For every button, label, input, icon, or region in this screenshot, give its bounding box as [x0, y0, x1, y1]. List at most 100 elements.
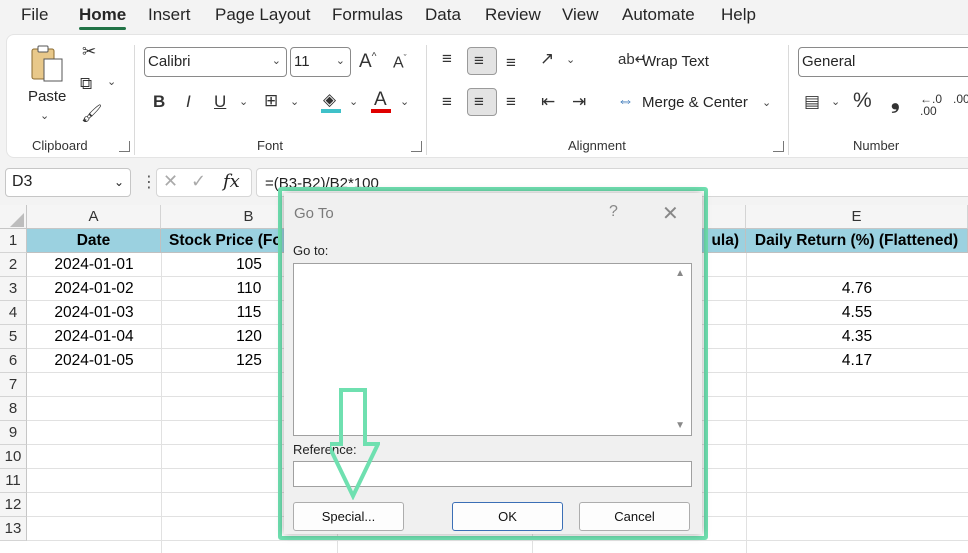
cell-return[interactable]: 4.35	[746, 325, 968, 349]
chevron-down-icon[interactable]: ⌄	[566, 53, 575, 66]
number-format-select[interactable]: General	[798, 47, 968, 77]
chevron-down-icon[interactable]: ⌄	[239, 95, 248, 108]
menu-file[interactable]: File	[21, 5, 48, 25]
format-painter-icon[interactable]: 🖌	[81, 105, 103, 122]
row-header[interactable]: 4	[0, 301, 27, 325]
row-header[interactable]: 8	[0, 397, 27, 421]
close-icon[interactable]: ✕	[662, 201, 679, 226]
row-header[interactable]: 6	[0, 349, 27, 373]
underline-button[interactable]: U	[214, 93, 226, 110]
row-header[interactable]: 9	[0, 421, 27, 445]
menu-home[interactable]: Home	[79, 5, 126, 25]
header-cell-daily-return[interactable]: Daily Return (%) (Flattened)	[746, 229, 968, 253]
special-button[interactable]: Special...	[293, 502, 404, 531]
help-icon[interactable]: ?	[609, 203, 618, 221]
decrease-font-icon[interactable]: Aˇ	[393, 54, 407, 71]
cancel-button[interactable]: Cancel	[579, 502, 690, 531]
row-header[interactable]: 13	[0, 517, 27, 541]
goto-label: Go to:	[293, 243, 329, 258]
cell-date[interactable]: 2024-01-02	[27, 277, 161, 301]
merge-center-button[interactable]: Merge & Center	[642, 94, 748, 111]
menu-data[interactable]: Data	[425, 5, 461, 25]
number-group-label: Number	[853, 138, 900, 153]
cell-return[interactable]: 4.17	[746, 349, 968, 373]
align-bottom-icon[interactable]: ≡	[506, 54, 516, 71]
scroll-up-icon[interactable]: ▲	[675, 268, 685, 279]
font-color-swatch	[371, 109, 391, 113]
align-right-icon[interactable]: ≡	[506, 93, 516, 110]
row-header[interactable]: 10	[0, 445, 27, 469]
align-center-button[interactable]: ≡	[467, 88, 497, 116]
column-header-e[interactable]: E	[746, 205, 968, 229]
insert-function-icon[interactable]: fx	[223, 171, 240, 192]
menu-automate[interactable]: Automate	[622, 5, 695, 25]
menu-view[interactable]: View	[562, 5, 599, 25]
italic-button[interactable]: I	[186, 93, 191, 110]
select-all-corner[interactable]	[0, 205, 27, 229]
row-header[interactable]: 5	[0, 325, 27, 349]
wrap-text-button[interactable]: Wrap Text	[642, 53, 709, 70]
decrease-decimal-icon[interactable]: .00	[953, 93, 968, 105]
row-header[interactable]: 11	[0, 469, 27, 493]
align-left-icon[interactable]: ≡	[442, 93, 452, 110]
font-color-button[interactable]: A	[371, 90, 393, 114]
name-box[interactable]: D3 ⌄	[5, 168, 131, 197]
comma-style-icon[interactable]: ❟	[891, 90, 900, 112]
font-size-select[interactable]: 11 ⌄	[290, 47, 351, 77]
font-name-select[interactable]: Calibri ⌄	[144, 47, 287, 77]
orientation-icon[interactable]: ↗	[540, 50, 554, 67]
cell-date[interactable]: 2024-01-05	[27, 349, 161, 373]
ok-button[interactable]: OK	[452, 502, 563, 531]
row-header[interactable]: 7	[0, 373, 27, 397]
ribbon: Paste ⌄ ✂ ⧉ ⌄ 🖌 Clipboard Calibri ⌄ 11 ⌄…	[6, 34, 968, 158]
cell-return[interactable]	[746, 253, 968, 277]
menu-help[interactable]: Help	[721, 5, 756, 25]
row-header[interactable]: 12	[0, 493, 27, 517]
column-header-a[interactable]: A	[27, 205, 161, 229]
chevron-down-icon[interactable]: ⌄	[400, 95, 409, 108]
increase-font-icon[interactable]: A^	[359, 52, 376, 71]
menu-formulas[interactable]: Formulas	[332, 5, 403, 25]
scroll-down-icon[interactable]: ▼	[675, 420, 685, 431]
menu-insert[interactable]: Insert	[148, 5, 191, 25]
chevron-down-icon[interactable]: ⌄	[762, 96, 771, 109]
increase-decimal-icon[interactable]: ←.0.00	[920, 93, 942, 117]
percent-icon[interactable]: %	[853, 90, 872, 111]
increase-indent-icon[interactable]: ⇥	[572, 93, 586, 110]
annotation-arrow-icon	[330, 388, 380, 500]
clipboard-group-label: Clipboard	[32, 138, 88, 153]
currency-icon[interactable]: ▤	[804, 93, 820, 110]
cancel-icon[interactable]: ✕	[163, 171, 178, 192]
cell-date[interactable]: 2024-01-04	[27, 325, 161, 349]
align-top-icon[interactable]: ≡	[442, 50, 452, 67]
chevron-down-icon[interactable]: ⌄	[831, 95, 840, 108]
header-cell-date[interactable]: Date	[27, 229, 161, 253]
font-color-icon: A	[374, 89, 387, 110]
row-header[interactable]: 2	[0, 253, 27, 277]
row-header[interactable]: 1	[0, 229, 27, 253]
cell-return[interactable]: 4.76	[746, 277, 968, 301]
menu-review[interactable]: Review	[485, 5, 541, 25]
chevron-down-icon[interactable]: ⌄	[290, 95, 299, 108]
font-launcher-icon[interactable]	[411, 141, 422, 152]
cut-icon[interactable]: ✂	[82, 43, 96, 60]
fill-color-swatch	[321, 109, 341, 113]
chevron-down-icon[interactable]: ⌄	[349, 95, 358, 108]
decrease-indent-icon[interactable]: ⇤	[541, 93, 555, 110]
fill-color-button[interactable]: ◈	[321, 90, 343, 114]
more-options-icon[interactable]: ⋮	[141, 172, 157, 192]
cell-return[interactable]: 4.55	[746, 301, 968, 325]
align-middle-button[interactable]: ≡	[467, 47, 497, 75]
alignment-launcher-icon[interactable]	[773, 141, 784, 152]
cell-date[interactable]: 2024-01-03	[27, 301, 161, 325]
enter-icon[interactable]: ✓	[191, 171, 206, 192]
row-header[interactable]: 3	[0, 277, 27, 301]
chevron-down-icon[interactable]: ⌄	[107, 75, 116, 88]
borders-icon[interactable]: ⊞	[264, 92, 278, 109]
copy-icon[interactable]: ⧉	[80, 75, 92, 92]
paste-button[interactable]: Paste ⌄	[25, 43, 69, 123]
clipboard-launcher-icon[interactable]	[119, 141, 130, 152]
menu-page-layout[interactable]: Page Layout	[215, 5, 310, 25]
cell-date[interactable]: 2024-01-01	[27, 253, 161, 277]
bold-button[interactable]: B	[153, 93, 165, 110]
